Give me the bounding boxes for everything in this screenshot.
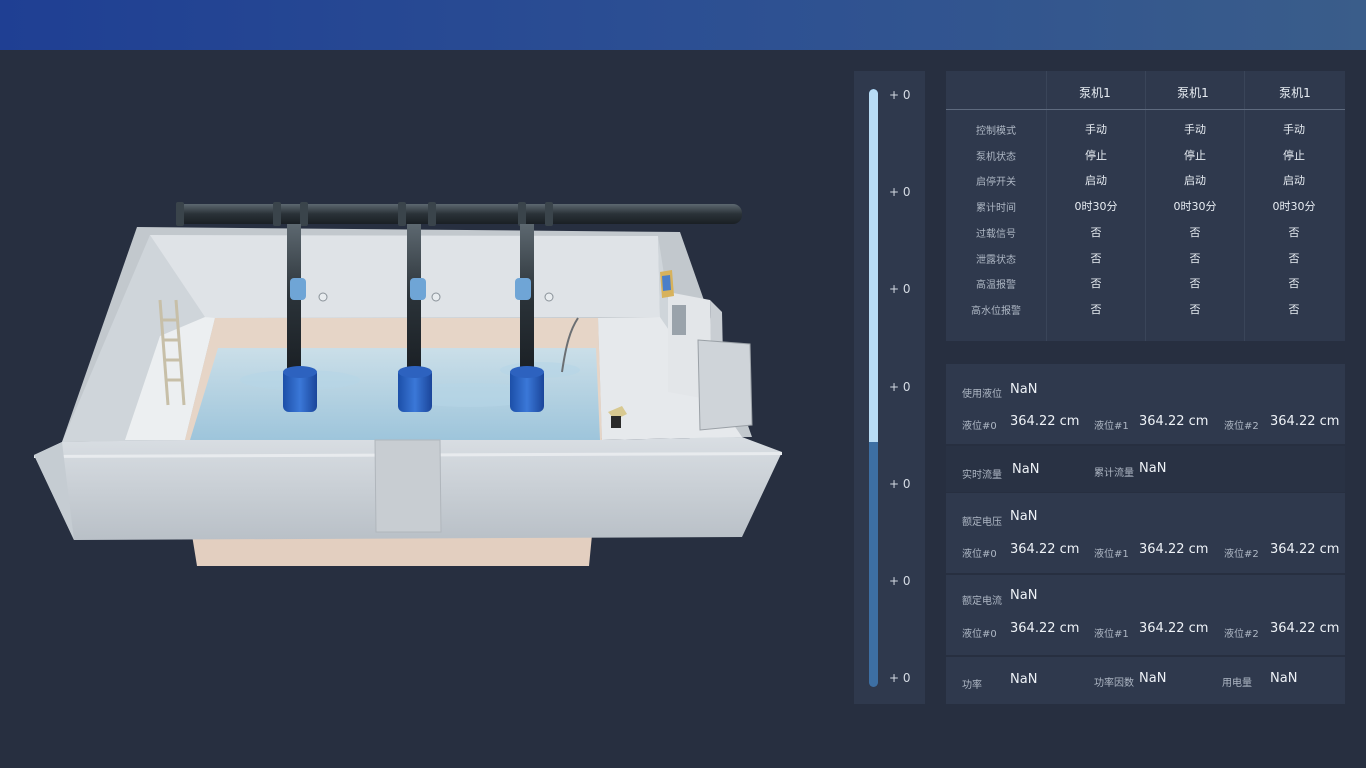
table-cell: 否 — [1189, 277, 1201, 291]
table-cell: 否 — [1090, 225, 1102, 239]
pump-station-3d-view[interactable] — [0, 50, 840, 768]
table-cell: 启动 — [1085, 174, 1107, 188]
table-cell: 否 — [1090, 277, 1102, 291]
voltage-panel: 额定电压 NaN 液位#0 364.22 cm 液位#1 364.22 cm 液… — [946, 493, 1345, 573]
header-bar — [0, 0, 1366, 50]
rated-voltage-value: NaN — [1010, 509, 1038, 524]
current-level-2-value: 364.22 cm — [1270, 621, 1340, 636]
table-cell: 否 — [1189, 225, 1201, 239]
flow-panel: 实时流量 NaN 累计流量 NaN — [946, 446, 1345, 492]
power-factor-value: NaN — [1139, 671, 1167, 686]
use-level-value: NaN — [1010, 382, 1038, 397]
table-cell: 否 — [1288, 225, 1300, 239]
current-level-2-label: 液位#2 — [1224, 629, 1259, 640]
power-label: 功率 — [962, 680, 982, 691]
rated-current-label: 额定电流 — [962, 596, 1002, 607]
gauge-tick-label: + 0 — [889, 185, 911, 200]
gauge-track — [869, 89, 878, 687]
rated-current-value: NaN — [1010, 588, 1038, 603]
gauge-tick-label: + 0 — [889, 88, 911, 102]
table-cell: 停止 — [1184, 148, 1206, 162]
table-cell: 0时30分 — [1074, 200, 1118, 214]
table-cell: 停止 — [1085, 148, 1107, 162]
rated-voltage-label: 额定电压 — [962, 517, 1002, 528]
voltage-level-2-value: 364.22 cm — [1270, 542, 1340, 557]
total-flow-label: 累计流量 — [1094, 468, 1134, 479]
table-cell: 启动 — [1283, 174, 1305, 188]
gauge-tick-label: + 0 — [889, 671, 911, 686]
voltage-level-1-value: 364.22 cm — [1139, 542, 1209, 557]
voltage-level-1-label: 液位#1 — [1094, 549, 1129, 560]
current-level-1-label: 液位#1 — [1094, 629, 1129, 640]
table-cell: 0时30分 — [1272, 200, 1316, 214]
use-level-label: 使用液位 — [962, 389, 1002, 400]
table-row-label: 泄露状态 — [976, 254, 1016, 266]
level-0-label: 液位#0 — [962, 421, 997, 432]
power-panel: 功率 NaN 功率因数 NaN 用电量 NaN — [946, 657, 1345, 704]
table-row-label: 高温报警 — [976, 280, 1016, 292]
table-cell: 手动 — [1184, 123, 1206, 136]
voltage-level-2-label: 液位#2 — [1224, 549, 1259, 560]
table-row-label: 控制模式 — [976, 126, 1016, 137]
level-1-value: 364.22 cm — [1139, 414, 1209, 429]
table-cell: 0时30分 — [1173, 200, 1217, 214]
table-cell: 否 — [1189, 251, 1201, 265]
current-level-0-label: 液位#0 — [962, 629, 997, 640]
level-0-value: 364.22 cm — [1010, 414, 1080, 429]
table-cell: 否 — [1090, 251, 1102, 265]
table-row-label: 高水位报警 — [971, 305, 1021, 317]
table-header-pump-2: 泵机1 — [1177, 86, 1209, 100]
table-cell: 否 — [1288, 302, 1300, 316]
gauge-tick-label: + 0 — [889, 379, 911, 394]
gauge-empty-region — [869, 89, 878, 442]
voltage-level-0-label: 液位#0 — [962, 549, 997, 560]
gauge-tick-label: + 0 — [889, 282, 911, 297]
pump-tank-illustration — [34, 202, 782, 566]
table-cell: 启动 — [1184, 174, 1206, 188]
gauge-tick-label: + 0 — [889, 574, 911, 588]
level-2-value: 364.22 cm — [1270, 414, 1340, 429]
realtime-flow-label: 实时流量 — [962, 470, 1002, 481]
current-level-1-value: 364.22 cm — [1139, 621, 1209, 636]
gauge-tick-label: + 0 — [889, 476, 911, 491]
table-row-label: 累计时间 — [976, 203, 1016, 215]
voltage-level-0-value: 364.22 cm — [1010, 542, 1080, 557]
table-row-label: 启停开关 — [976, 177, 1016, 189]
table-header-pump-1: 泵机1 — [1079, 86, 1111, 100]
table-cell: 否 — [1090, 302, 1102, 316]
table-cell: 手动 — [1085, 123, 1107, 136]
total-flow-value: NaN — [1139, 461, 1167, 476]
realtime-flow-value: NaN — [1012, 462, 1040, 477]
level-panel: 使用液位 NaN 液位#0 364.22 cm 液位#1 364.22 cm 液… — [946, 364, 1345, 444]
table-row-label: 泵机状态 — [976, 151, 1016, 163]
current-level-0-value: 364.22 cm — [1010, 621, 1080, 636]
power-factor-label: 功率因数 — [1094, 678, 1134, 689]
energy-value: NaN — [1270, 671, 1298, 686]
table-header-pump-3: 泵机1 — [1279, 86, 1311, 100]
energy-label: 用电量 — [1222, 678, 1252, 689]
table-cell: 否 — [1288, 277, 1300, 291]
table-cell: 手动 — [1283, 123, 1305, 136]
level-gauge: + 0 + 0 + 0 + 0 + 0 + 0 + 0 — [854, 71, 925, 704]
pump-status-table: 泵机1 泵机1 泵机1 控制模式 手动 手动 手动泵机状态 停止 停止 停止启停开关 启动 启动… — [946, 71, 1345, 341]
table-cell: 否 — [1189, 302, 1201, 316]
table-cell: 停止 — [1283, 148, 1305, 162]
level-2-label: 液位#2 — [1224, 421, 1259, 432]
table-cell: 否 — [1288, 251, 1300, 265]
level-1-label: 液位#1 — [1094, 421, 1129, 432]
table-row-label: 过载信号 — [976, 228, 1016, 240]
current-panel: 额定电流 NaN 液位#0 364.22 cm 液位#1 364.22 cm 液… — [946, 575, 1345, 655]
power-value: NaN — [1010, 672, 1038, 687]
